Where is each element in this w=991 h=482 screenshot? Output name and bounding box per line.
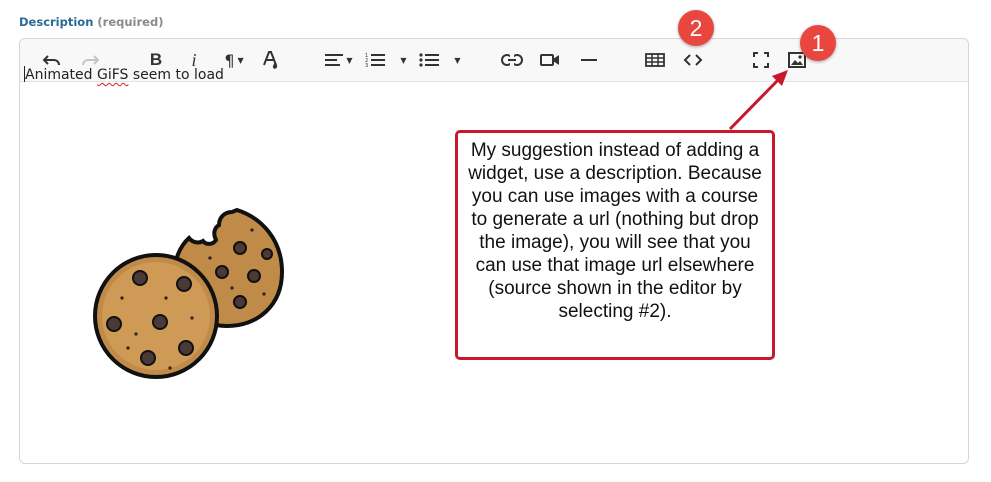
callout-text: My suggestion instead of adding a widget… [468,140,762,322]
annotation-callout: My suggestion instead of adding a widget… [455,130,775,360]
annotation-badge-1: 1 [800,25,836,61]
annotation-badge-2: 2 [678,10,714,46]
